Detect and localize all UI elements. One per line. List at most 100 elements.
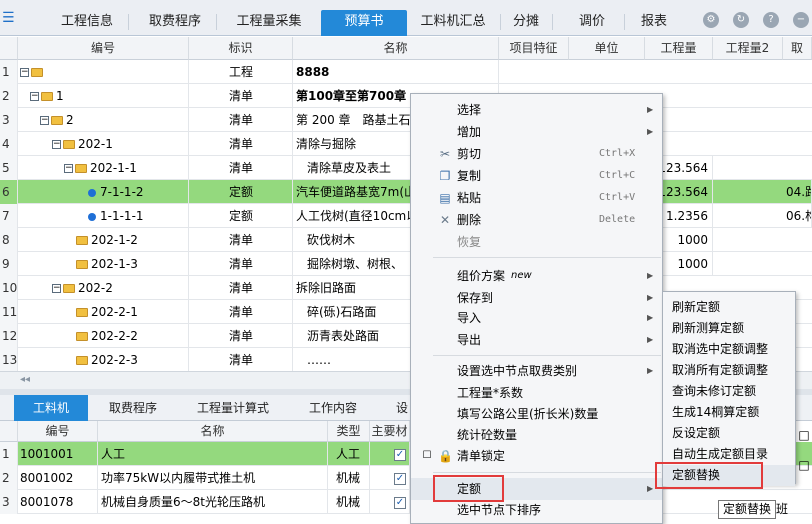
menu-item-concrete-stats[interactable]: 统计砼数量 [411, 424, 662, 446]
help-icon[interactable]: ? [763, 12, 779, 28]
table-row[interactable]: 9 202-1-3 清单 掘除树墩、树根、 1000 [0, 252, 812, 276]
table-row[interactable]: 7 1-1-1-1 定额 人工伐树(直径10cm以 1.2356 06.构 [0, 204, 812, 228]
table-row[interactable]: 3 8001078 机械自身质量6～8t光轮压路机 机械 ✓ [0, 490, 812, 514]
menu-item-set-fee-category[interactable]: 设置选中节点取费类别 ▶ [411, 360, 662, 382]
row-number: 11 [0, 300, 18, 324]
col-header-feature[interactable]: 项目特征 [499, 37, 569, 60]
col-header-unit[interactable]: 单位 [569, 37, 645, 60]
type-cell: 清单 [189, 276, 293, 300]
main-material-checkbox[interactable]: ✓ [394, 448, 406, 461]
col-header-type[interactable]: 类型 [328, 421, 370, 442]
table-row[interactable]: 1 − 工程 8888 [0, 60, 812, 84]
col-header-code[interactable]: 编号 [18, 421, 98, 442]
type-cell: 清单 [189, 108, 293, 132]
submenu-item-refresh-estimate[interactable]: 刷新测算定额 [663, 318, 795, 339]
quota-submenu: 刷新定额 刷新测算定额 取消选中定额调整 取消所有定额调整 查询未修订定额 生成… [655, 291, 796, 489]
new-badge: new [511, 270, 532, 281]
menu-item-delete[interactable]: ✕ 删除 Delete [411, 209, 662, 231]
menu-item-paste[interactable]: ▤ 粘贴 Ctrl+V [411, 187, 662, 209]
menu-item-quantity-coefficient[interactable]: 工程量*系数 [411, 382, 662, 404]
collapse-toggle-icon[interactable]: − [52, 140, 61, 149]
menu-item-pricing-scheme[interactable]: 组价方案 new ▶ [411, 265, 662, 287]
subtab-quantity-formula[interactable]: 工程量计算式 [186, 395, 280, 421]
row-number: 12 [0, 324, 18, 348]
menu-item-add[interactable]: 增加 ▶ [411, 121, 662, 143]
main-material-checkbox[interactable]: ✓ [394, 472, 406, 485]
collapse-toggle-icon[interactable]: − [52, 284, 61, 293]
row-number: 6 [0, 180, 18, 204]
tab-project-info[interactable]: 工程信息 [50, 10, 124, 36]
tab-quantity-collection[interactable]: 工程量采集 [226, 10, 312, 36]
menu-item-select[interactable]: 选择 ▶ [411, 99, 662, 121]
menu-icon[interactable]: ☰ [2, 11, 16, 25]
col-header-fee[interactable]: 取 [783, 37, 812, 60]
main-material-checkbox[interactable]: ✓ [394, 496, 406, 509]
row-number: 3 [0, 108, 18, 132]
table-row[interactable]: 2 −1 清单 第100章至第700章 [0, 84, 812, 108]
col-header-name[interactable]: 名称 [293, 37, 499, 60]
main-material-cell: ✓ [370, 442, 410, 466]
menu-item-sort-children[interactable]: 选中节点下排序 [411, 499, 662, 521]
code-cell: 202-2-2 [18, 324, 189, 348]
subtab-fee-procedure[interactable]: 取费程序 [96, 395, 170, 421]
quota-dot-icon [88, 212, 96, 221]
submenu-item-cancel-selected-adjust[interactable]: 取消选中定额调整 [663, 339, 795, 360]
row-number: 9 [0, 252, 18, 276]
subtab-materials[interactable]: 工料机 [14, 395, 88, 421]
tab-allocation[interactable]: 分摊 [506, 10, 546, 36]
submenu-item-generate-estimate[interactable]: 生成14桐算定额 [663, 402, 795, 423]
submenu-item-cancel-all-adjust[interactable]: 取消所有定额调整 [663, 360, 795, 381]
col-header-quantity2[interactable]: 工程量2 [713, 37, 783, 60]
table-row[interactable]: 8 202-1-2 清单 砍伐树木 1000 [0, 228, 812, 252]
scroll-left-icon[interactable]: ◂◂ [20, 374, 30, 385]
settings-icon[interactable]: ⚙ [703, 12, 719, 28]
menu-item-cut[interactable]: ✂ 剪切 Ctrl+X [411, 143, 662, 165]
row-number: 4 [0, 132, 18, 156]
refresh-icon[interactable]: ↻ [733, 12, 749, 28]
table-row[interactable]: 3 −2 清单 第 200 章 路基土石 [0, 108, 812, 132]
col-header-main-material[interactable]: 主要材 [370, 421, 410, 442]
menu-item-lock-list[interactable]: ☐ 🔒 清单锁定 [411, 445, 662, 467]
collapse-toggle-icon[interactable]: − [20, 68, 29, 77]
submenu-arrow-icon: ▶ [647, 335, 654, 344]
minimize-icon[interactable]: − [793, 12, 809, 28]
tab-price-adjust[interactable]: 调价 [570, 10, 614, 36]
submenu-item-query-unrevised[interactable]: 查询未修订定额 [663, 381, 795, 402]
highlight-box [433, 475, 504, 502]
table-row-selected[interactable]: 6 7-1-1-2 定额 汽车便道路基宽7m(山 123.564 04.路 [0, 180, 812, 204]
type-cell: 定额 [189, 204, 293, 228]
menu-item-highway-km[interactable]: 填写公路公里(折长米)数量 [411, 403, 662, 425]
code-cell: −202-1 [18, 132, 189, 156]
col-header-code[interactable]: 编号 [18, 37, 189, 60]
menu-item-export[interactable]: 导出 ▶ [411, 329, 662, 351]
tab-fee-procedure[interactable]: 取费程序 [138, 10, 212, 36]
submenu-item-reverse-quota[interactable]: 反设定额 [663, 423, 795, 444]
submenu-arrow-icon: ▶ [647, 127, 654, 136]
collapse-toggle-icon[interactable]: − [30, 92, 39, 101]
collapse-toggle-icon[interactable]: − [40, 116, 49, 125]
row-number: 7 [0, 204, 18, 228]
table-row[interactable]: 5 −202-1-1 清单 清除草皮及表土 123.564 [0, 156, 812, 180]
shortcut-label: Ctrl+V [599, 192, 636, 203]
menu-item-save-to[interactable]: 保存到 ▶ [411, 287, 662, 309]
col-header-name[interactable]: 名称 [98, 421, 328, 442]
side-checkbox[interactable]: □ [796, 425, 812, 445]
subtab-settings[interactable]: 设 [392, 395, 412, 421]
context-menu: 选择 ▶ 增加 ▶ ✂ 剪切 Ctrl+X ❐ 复制 Ctrl+C ▤ 粘贴 Ctrl+V ✕ 删… [410, 93, 663, 524]
tab-reports[interactable]: 报表 [634, 10, 674, 36]
col-header-quantity[interactable]: 工程量 [645, 37, 713, 60]
row-number: 13 [0, 348, 18, 371]
tab-material-summary[interactable]: 工料机汇总 [410, 10, 496, 36]
table-row[interactable]: 4 −202-1 清单 清除与掘除 [0, 132, 812, 156]
tab-budget[interactable]: 预算书 [321, 10, 407, 36]
checkbox-icon[interactable]: ☐ [420, 449, 434, 463]
menu-item-import[interactable]: 导入 ▶ [411, 307, 662, 329]
col-header-type[interactable]: 标识 [189, 37, 293, 60]
side-checkbox[interactable]: □ [796, 455, 812, 475]
submenu-item-refresh-quota[interactable]: 刷新定额 [663, 297, 795, 318]
code-cell: −202-1-1 [18, 156, 189, 180]
subtab-work-content[interactable]: 工作内容 [296, 395, 370, 421]
menu-item-copy[interactable]: ❐ 复制 Ctrl+C [411, 165, 662, 187]
code-cell: 7-1-1-2 [18, 180, 189, 204]
collapse-toggle-icon[interactable]: − [64, 164, 73, 173]
